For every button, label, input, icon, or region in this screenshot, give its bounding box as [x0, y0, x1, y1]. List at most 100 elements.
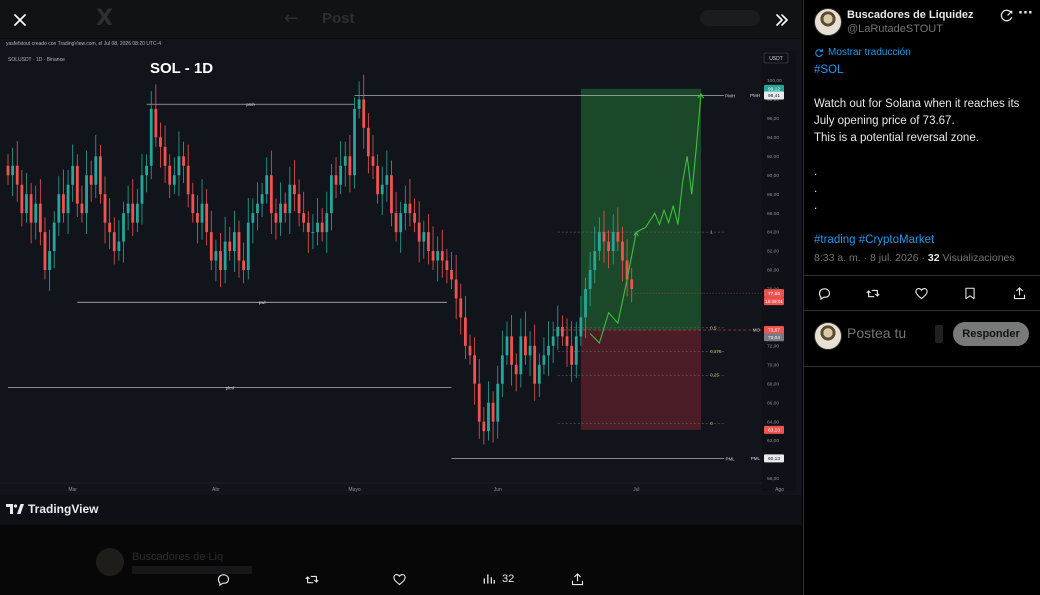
tweet-text: #SOL Watch out for Solana when it reaches… — [814, 62, 1036, 249]
level-label: plml — [226, 386, 234, 391]
candle-body — [288, 184, 292, 214]
candle-body — [311, 232, 315, 234]
author-handle[interactable]: @LaRutadeSTOUT — [847, 23, 943, 35]
candle-body — [602, 232, 606, 242]
target-zone-green — [580, 88, 701, 331]
candle-body — [205, 203, 209, 233]
chart-credit-text: yasfefstout creado con TradingView.com, … — [6, 41, 161, 47]
candle-body — [237, 232, 241, 261]
media-viewer: X ← Post pmh PMH pwl plml PML 1 0.5 0,375 0,25 0 P… — [0, 0, 802, 595]
reply-submit-button[interactable]: Responder — [953, 322, 1029, 346]
show-translation-link[interactable]: Mostrar traducción — [814, 47, 911, 58]
grok-icon — [1000, 9, 1013, 22]
candle-body — [191, 194, 195, 214]
candle-body — [565, 336, 569, 346]
viewer-reply-button[interactable] — [216, 570, 231, 588]
candle-body — [463, 317, 467, 346]
candle-body — [500, 355, 504, 384]
viewer-repost-button[interactable] — [304, 570, 320, 588]
x-tick-label: Ago — [775, 487, 784, 493]
candle-body — [394, 213, 398, 233]
reference-label: PML — [751, 456, 761, 461]
candle-body — [579, 317, 583, 337]
reply-input[interactable]: Postea tu — [847, 325, 906, 341]
viewer-like-button[interactable] — [392, 570, 407, 588]
candle-body — [524, 336, 527, 356]
y-tick-label: 96,00 — [767, 116, 779, 122]
candle-body — [11, 165, 15, 176]
candle-body — [584, 288, 587, 318]
more-options-icon[interactable]: ··· — [1018, 6, 1033, 21]
candle-body — [343, 156, 347, 166]
reply-avatar — [814, 322, 842, 350]
back-arrow-icon: ← — [284, 8, 300, 29]
hashtag-line[interactable]: #trading #CryptoMarket — [814, 232, 1036, 249]
author-avatar[interactable] — [814, 8, 842, 36]
candle-body — [57, 194, 61, 223]
hashtag-line[interactable]: #SOL — [814, 62, 1036, 79]
viewer-share-button[interactable] — [570, 570, 585, 588]
y-tick-label: 66,00 — [767, 400, 779, 406]
grok-button[interactable] — [1000, 9, 1014, 28]
candle-body — [85, 175, 88, 214]
candle-body — [574, 336, 578, 365]
candle-body — [556, 326, 560, 337]
meta-separator: · — [863, 252, 868, 264]
level-label: PML — [725, 456, 735, 461]
candle-body — [371, 156, 375, 166]
candle-body — [408, 203, 412, 214]
tweet-time[interactable]: 8:33 a. m. — [814, 252, 861, 264]
price-tag-label: 63,13 — [768, 428, 780, 434]
y-tick-label: 94,00 — [767, 135, 779, 141]
candle-body — [242, 260, 246, 271]
candle-body — [436, 251, 440, 261]
candle-body — [454, 279, 458, 299]
candle-body — [357, 99, 361, 109]
candle-body — [260, 194, 264, 204]
candle-body — [561, 326, 564, 337]
candle-body — [108, 222, 112, 233]
candle-body — [196, 213, 199, 223]
y-tick-label: 70,00 — [767, 362, 779, 368]
level-label: PMH — [725, 94, 735, 99]
candle-body — [514, 364, 518, 375]
candle-body — [362, 99, 366, 128]
like-button[interactable] — [914, 286, 929, 306]
viewer-views-button[interactable]: 32 — [482, 570, 514, 588]
expand-panel-button[interactable] — [768, 6, 796, 34]
share-button[interactable] — [1012, 286, 1027, 306]
fib-label: 0,25 — [710, 373, 719, 378]
chart-svg: pmhPMHpwlplmlPML10.50,3750,250PMHMOPML10… — [0, 39, 802, 495]
share-icon — [1013, 287, 1026, 300]
candle-body — [325, 213, 329, 233]
y-tick-label: 84,00 — [767, 230, 779, 236]
viewer-views-count: 32 — [502, 573, 515, 585]
candle-body — [99, 156, 102, 195]
candle-body — [62, 194, 65, 214]
candle-body — [621, 241, 624, 261]
tradingview-footer: TradingView — [0, 495, 802, 525]
dimmed-post-title: Post — [322, 10, 355, 27]
candle-body — [122, 213, 125, 242]
candle-body — [177, 156, 181, 176]
candle-body — [330, 175, 333, 214]
reply-button[interactable] — [817, 286, 832, 306]
reply-scroll-handle[interactable] — [935, 325, 943, 343]
candle-body — [293, 184, 296, 195]
tweet-line: Watch out for Solana when it reaches its — [814, 98, 1020, 110]
candle-body — [616, 232, 620, 242]
candle-body — [163, 146, 167, 166]
tweet-date[interactable]: 8 jul. 2026 — [870, 252, 918, 264]
close-button[interactable] — [6, 6, 34, 34]
candle-body — [75, 165, 79, 204]
bookmark-button[interactable] — [963, 286, 977, 306]
candle-body — [597, 232, 601, 252]
repost-button[interactable] — [865, 286, 881, 306]
y-tick-label: 72,00 — [767, 343, 779, 349]
candle-body — [334, 175, 338, 185]
candle-body — [422, 232, 426, 242]
candle-body — [380, 184, 384, 195]
candle-body — [353, 108, 356, 176]
author-name[interactable]: Buscadores de Liquidez — [847, 9, 974, 21]
